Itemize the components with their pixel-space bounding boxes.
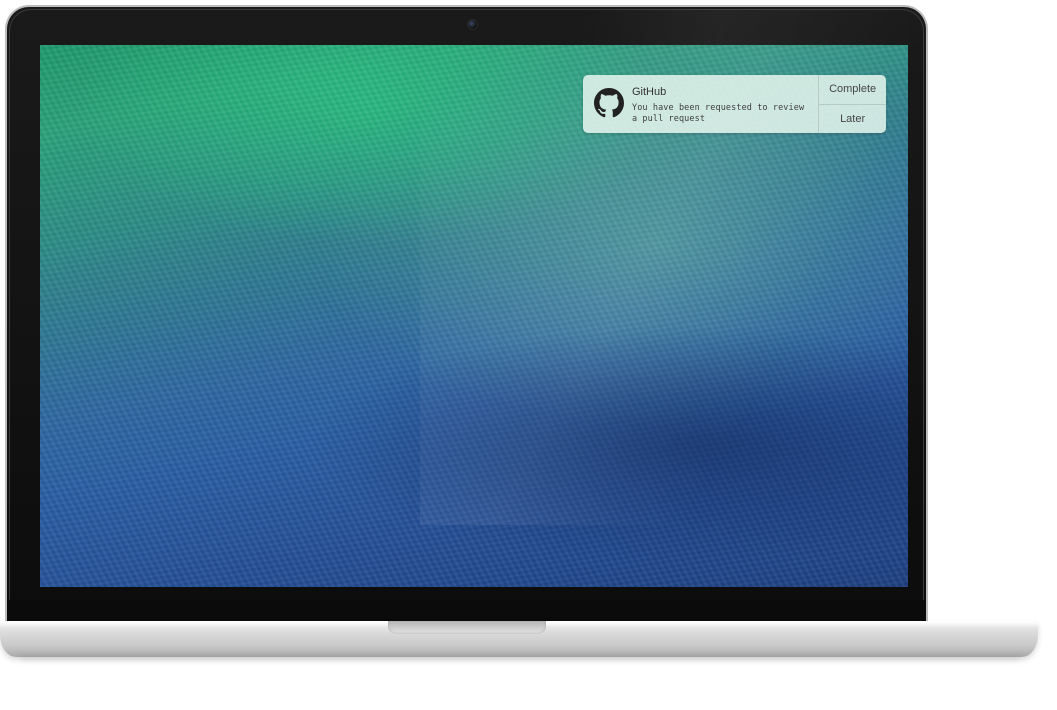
camera-icon <box>467 19 478 30</box>
lower-bezel <box>7 600 926 622</box>
lid-opening-notch <box>388 621 546 634</box>
desktop-screen: GitHub You have been requested to review… <box>40 45 908 587</box>
notification-content[interactable]: GitHub You have been requested to review… <box>583 75 818 133</box>
notification-text: GitHub You have been requested to review… <box>632 75 812 133</box>
bezel-glare <box>582 9 932 45</box>
wallpaper-wave-shadow <box>40 275 908 587</box>
screen-bezel: GitHub You have been requested to review… <box>5 5 932 622</box>
base-shadow <box>20 655 1020 661</box>
laptop-base <box>0 621 1038 657</box>
notification-title: GitHub <box>632 86 667 98</box>
notification-actions: Complete Later <box>818 75 886 133</box>
github-octocat-icon <box>594 88 624 118</box>
notification-message: You have been requested to review a pull… <box>632 103 805 124</box>
later-button[interactable]: Later <box>819 103 886 134</box>
notification-banner[interactable]: GitHub You have been requested to review… <box>583 75 886 133</box>
complete-button[interactable]: Complete <box>819 75 886 104</box>
laptop-mockup: GitHub You have been requested to review… <box>0 0 1057 710</box>
